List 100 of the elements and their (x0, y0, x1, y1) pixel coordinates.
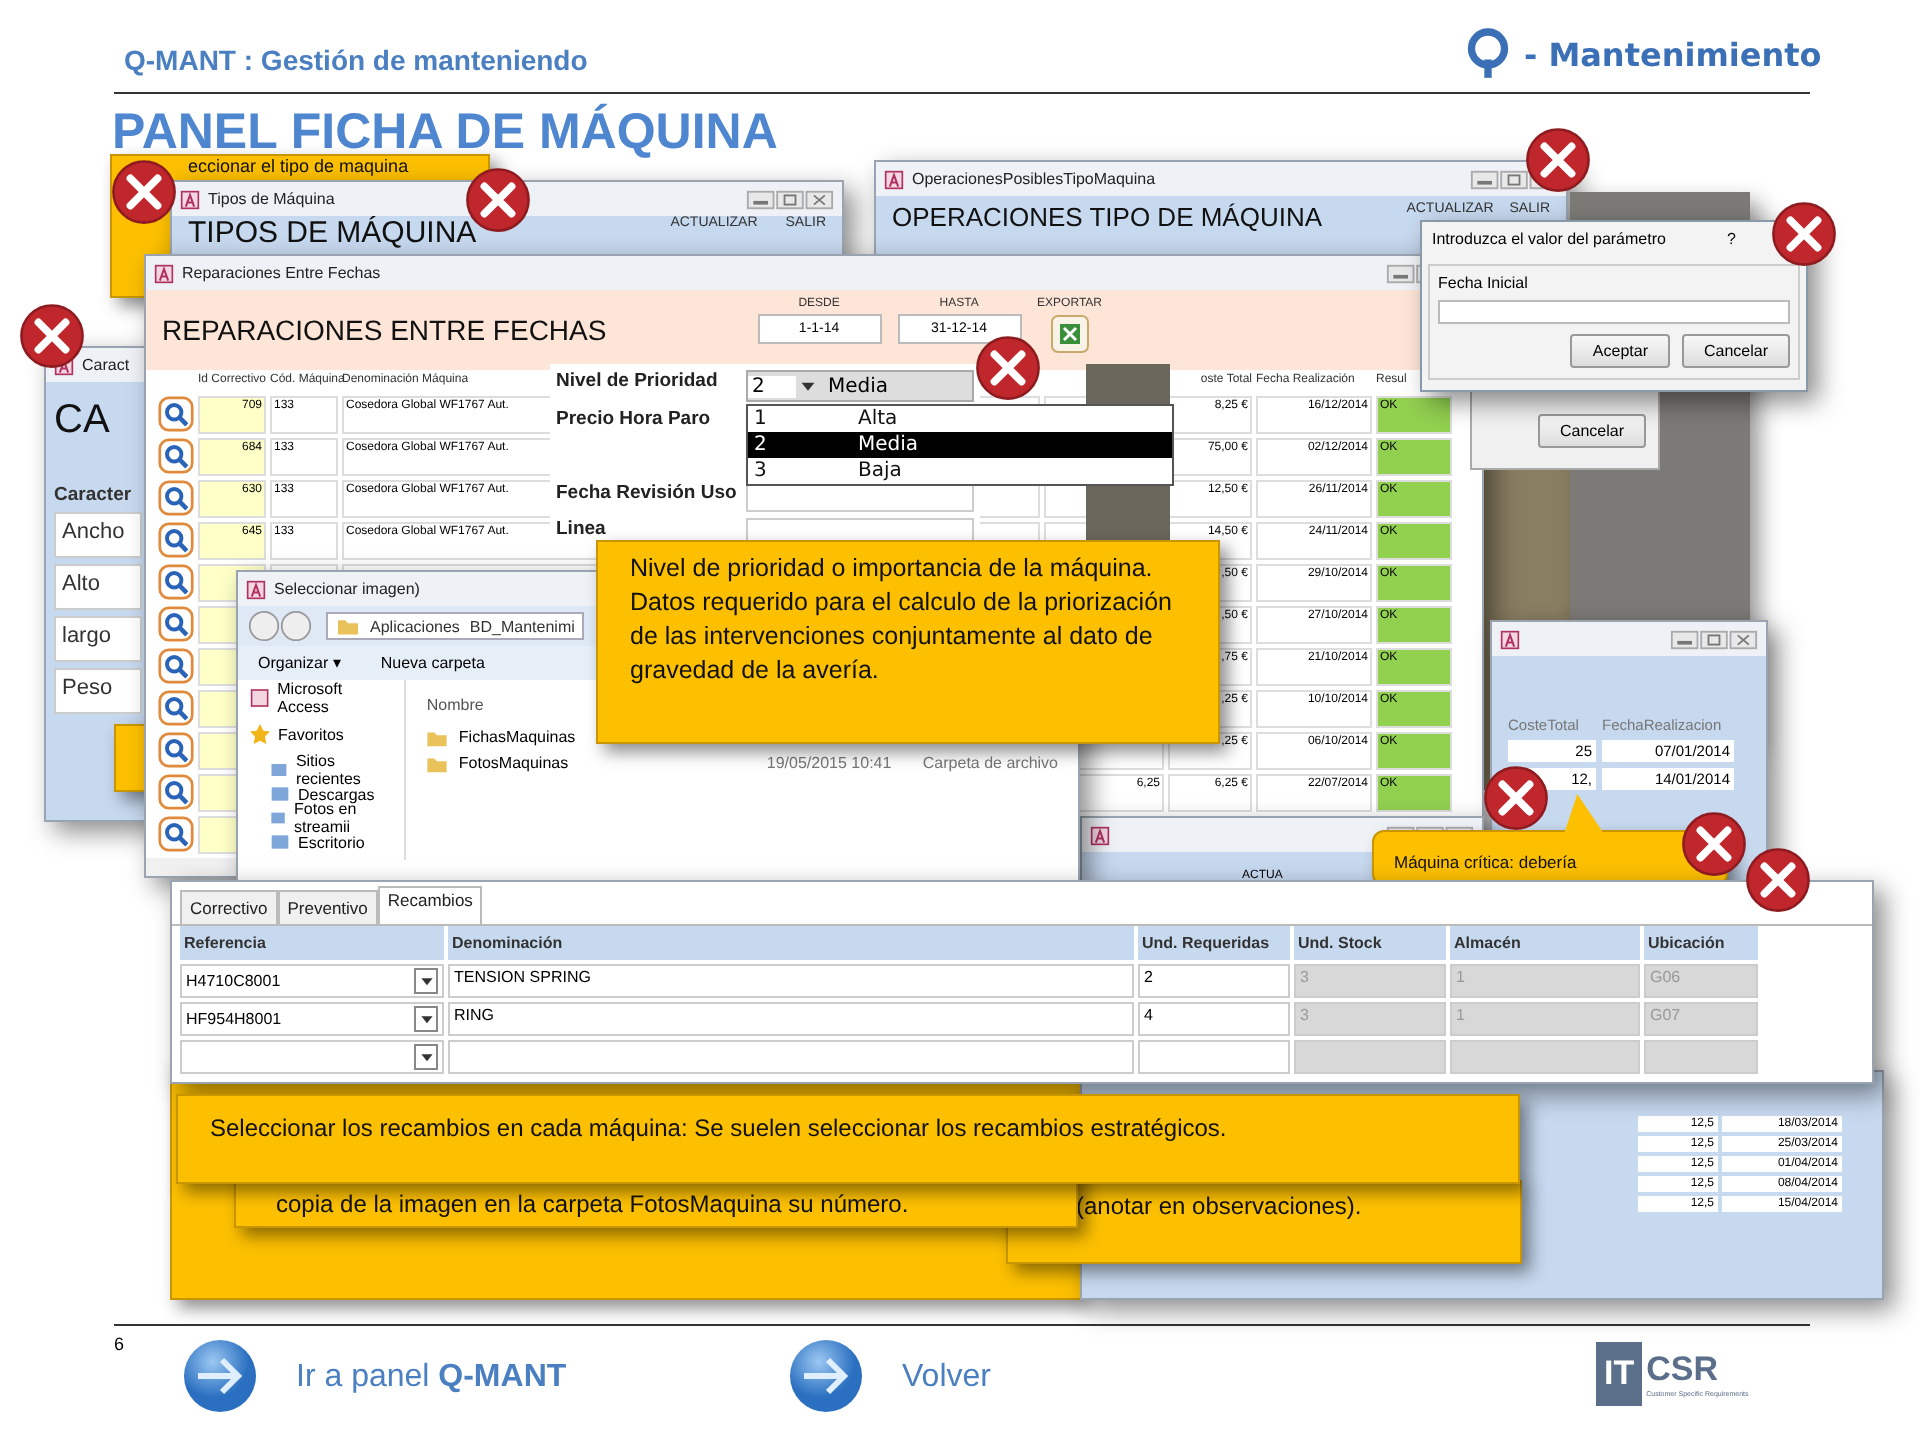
window-heading: CA (54, 398, 110, 444)
close-icon (1524, 126, 1592, 194)
column-header: Caracter (54, 484, 132, 506)
sidebar-item[interactable]: Microsoft Access (250, 686, 393, 710)
slide-title: PANEL FICHA DE MÁQUINA (112, 104, 778, 160)
excel-icon (1049, 314, 1090, 354)
window-controls-icon (1670, 627, 1758, 651)
row-label: Peso (54, 668, 142, 714)
column-header: Und. Stock (1294, 926, 1446, 960)
arrow-right-icon (786, 1336, 866, 1416)
logo-text: - Mantenimiento (1524, 36, 1822, 74)
search-icon (158, 396, 194, 432)
window-title: Caract (82, 356, 132, 374)
access-icon (180, 189, 200, 209)
priority-combo[interactable]: 2 Media (746, 370, 974, 402)
cancel-button[interactable]: Cancelar (1537, 413, 1646, 447)
sidebar-item[interactable]: Fotos en streamii (250, 806, 393, 830)
search-icon (158, 732, 194, 768)
close-icon (18, 302, 86, 370)
table-cell: TENSION SPRING (448, 964, 1134, 998)
sidebar-item[interactable]: Favoritos (250, 722, 393, 746)
search-icon (158, 816, 194, 852)
file-name[interactable]: FotosMaquinas (458, 754, 569, 772)
search-icon (158, 690, 194, 726)
breadcrumb-link[interactable]: Aplicaciones (370, 617, 460, 635)
access-icon (1090, 825, 1110, 845)
search-icon (158, 774, 194, 810)
toolbar-button[interactable]: Nueva carpeta (380, 654, 485, 672)
column-header: Und. Requeridas (1138, 926, 1290, 960)
access-icon (246, 579, 266, 599)
accept-button[interactable]: Aceptar (1570, 334, 1670, 368)
table-cell: G06 (1644, 964, 1758, 998)
table-cell: 1 (1450, 964, 1640, 998)
window-title: Seleccionar imagen) (274, 580, 422, 598)
page-number: 6 (114, 1334, 125, 1354)
search-icon (158, 606, 194, 642)
table-cell: 3 (1294, 964, 1446, 998)
help-button[interactable]: ? (1727, 230, 1736, 250)
back-forward-icon (246, 610, 314, 642)
sidebar-item[interactable]: Sitios recientes (250, 758, 393, 782)
table-cell: 4 (1138, 1002, 1290, 1036)
table-cell: 1 (1450, 1002, 1640, 1036)
access-icon (884, 169, 904, 189)
address-bar[interactable]: Aplicaciones BD_Mantenimi (326, 612, 585, 640)
window-title: Reparaciones Entre Fechas (182, 264, 383, 282)
callout-note: Seleccionar los recambios en cada máquina: Se suelen seleccionar los recambios estratégicos. (176, 1094, 1520, 1184)
dialog-title: Introduzca el valor del parámetro (1432, 230, 1666, 250)
window-heading: TIPOS DE MÁQUINA (188, 216, 479, 250)
tab[interactable]: Preventivo (277, 890, 378, 924)
window-heading: OPERACIONES TIPO DE MÁQUINA (892, 202, 1325, 232)
field-label: Precio Hora Paro (556, 408, 713, 434)
field-label: Fecha Revisión Uso (556, 481, 738, 507)
cancel-button[interactable]: Cancelar (1681, 334, 1790, 368)
nav-link[interactable]: Ir a panel Q-MANT (296, 1360, 567, 1396)
file-date: 19/05/2015 10:41 (766, 754, 894, 772)
table-cell (1644, 1040, 1758, 1074)
toolbar-button[interactable]: Organizar ▾ (258, 654, 341, 672)
callout-note: Nivel de prioridad o importancia de la máquina. Datos requerido para el calculo de la priorización de las intervenciones conjuntamente al dato de gravedad de la avería. (596, 540, 1220, 744)
table-cell: G07 (1644, 1002, 1758, 1036)
star-icon (250, 724, 270, 744)
access-icon (250, 688, 270, 708)
file-name[interactable]: FichasMaquinas (458, 728, 576, 746)
input-field[interactable] (1438, 300, 1790, 324)
field-label: Nivel de Prioridad (556, 370, 720, 396)
field-label: Fecha Inicial (1438, 274, 1530, 292)
reference-combo[interactable]: H4710C8001 (180, 964, 444, 998)
column-header: Almacén (1450, 926, 1640, 960)
sidebar-item[interactable]: Descargas (250, 782, 393, 806)
row-label: largo (54, 616, 142, 662)
search-icon (158, 648, 194, 684)
row-label: Alto (54, 564, 142, 610)
tab[interactable]: Correctivo (180, 890, 278, 924)
pin-logo-icon (1466, 28, 1510, 80)
nav-link[interactable]: Volver (902, 1360, 991, 1396)
field-label: Linea (556, 517, 608, 544)
dropdown-arrow-icon (796, 378, 820, 394)
table-cell: 3 (1294, 1002, 1446, 1036)
column-header: Nombre (426, 696, 486, 714)
file-type: Carpeta de archivo (922, 754, 1058, 772)
breadcrumb-link[interactable]: BD_Mantenimi (469, 617, 575, 635)
column-header: Denominación (448, 926, 1134, 960)
close-icon (110, 158, 178, 226)
tab[interactable]: Recambios (377, 886, 483, 924)
window-title: Tipos de Máquina (208, 190, 337, 208)
window-controls-icon (746, 187, 834, 211)
dropdown-option[interactable]: 2 Media (748, 432, 1172, 458)
search-icon (158, 564, 194, 600)
table-cell: 2 (1138, 964, 1290, 998)
column-header: Ubicación (1644, 926, 1758, 960)
sidebar-item[interactable]: Escritorio (250, 830, 393, 854)
window-title: OperacionesPosiblesTipoMaquina (912, 170, 1158, 188)
row-label: Ancho (54, 512, 142, 558)
column-header: Referencia (180, 926, 444, 960)
close-icon (1680, 810, 1748, 878)
search-icon (158, 438, 194, 474)
search-icon (158, 522, 194, 558)
slide-subtitle: Q-MANT : Gestión de manteniendo (124, 44, 588, 76)
reference-combo[interactable]: HF954H8001 (180, 1002, 444, 1036)
table-cell: RING (448, 1002, 1134, 1036)
arrow-right-icon (180, 1336, 260, 1416)
